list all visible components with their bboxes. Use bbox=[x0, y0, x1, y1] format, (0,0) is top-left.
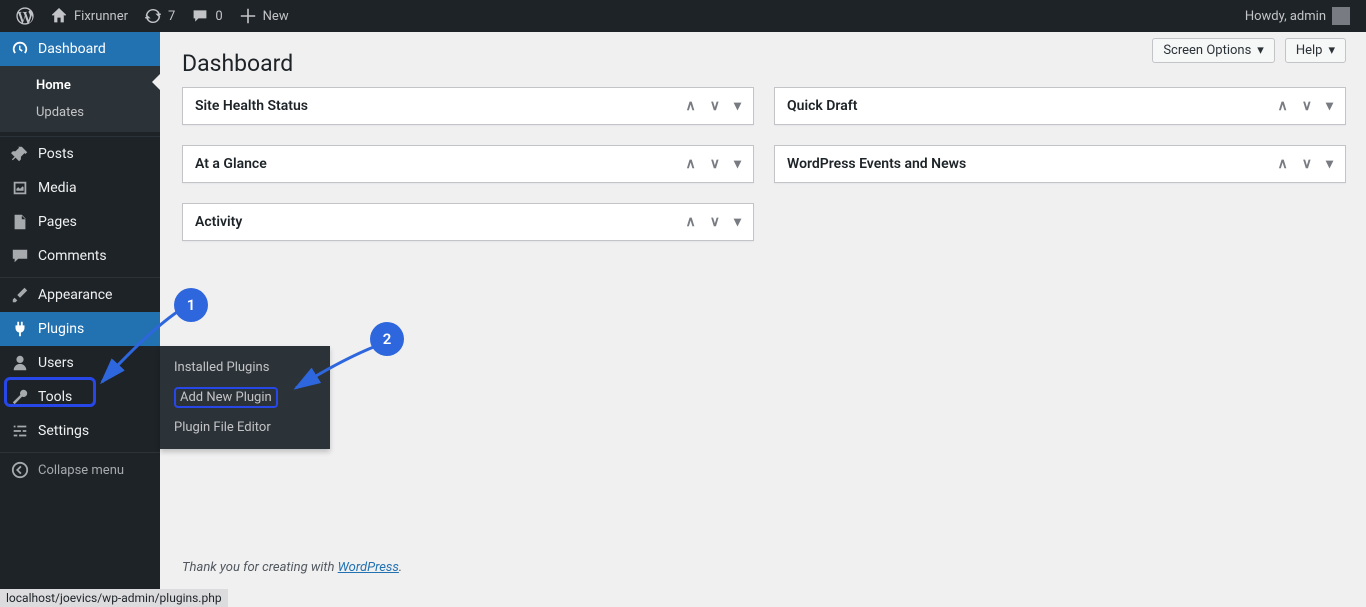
wrench-icon bbox=[10, 388, 30, 406]
widget-quick-draft: Quick Draft ∧ ∨ ▾ bbox=[774, 87, 1346, 125]
update-icon bbox=[144, 7, 162, 25]
move-up-icon[interactable]: ∧ bbox=[1277, 98, 1287, 114]
move-down-icon[interactable]: ∨ bbox=[710, 214, 720, 230]
toggle-widget-icon[interactable]: ▾ bbox=[1326, 98, 1333, 114]
new-content-menu[interactable]: New bbox=[231, 0, 297, 32]
footer-thankyou: Thank you for creating with WordPress. bbox=[182, 560, 402, 575]
media-icon bbox=[10, 179, 30, 197]
new-label: New bbox=[263, 9, 289, 24]
chevron-down-icon: ▾ bbox=[1257, 43, 1264, 58]
sidebar-item-comments[interactable]: Comments bbox=[0, 239, 160, 273]
browser-status-url: localhost/joevics/wp-admin/plugins.php bbox=[0, 589, 228, 607]
collapse-icon bbox=[10, 461, 30, 479]
sliders-icon bbox=[10, 422, 30, 440]
plugin-icon bbox=[10, 320, 30, 338]
move-up-icon[interactable]: ∧ bbox=[685, 214, 695, 230]
widget-at-a-glance: At a Glance ∧ ∨ ▾ bbox=[182, 145, 754, 183]
widget-title: Site Health Status bbox=[195, 98, 308, 114]
widget-title: WordPress Events and News bbox=[787, 156, 966, 172]
posts-label: Posts bbox=[38, 146, 74, 162]
current-menu-arrow bbox=[152, 74, 160, 90]
page-icon bbox=[10, 213, 30, 231]
sub-item-updates[interactable]: Updates bbox=[0, 99, 160, 126]
wp-logo-menu[interactable] bbox=[8, 0, 42, 32]
user-icon bbox=[10, 354, 30, 372]
widget-title: At a Glance bbox=[195, 156, 267, 172]
settings-label: Settings bbox=[38, 423, 89, 439]
help-button[interactable]: Help ▾ bbox=[1285, 38, 1346, 63]
move-down-icon[interactable]: ∨ bbox=[1302, 98, 1312, 114]
annotation-arrow-2 bbox=[286, 340, 386, 400]
move-up-icon[interactable]: ∧ bbox=[685, 156, 695, 172]
wordpress-icon bbox=[16, 7, 34, 25]
plus-icon bbox=[239, 7, 257, 25]
sidebar-item-pages[interactable]: Pages bbox=[0, 205, 160, 239]
footer-wordpress-link[interactable]: WordPress bbox=[338, 560, 399, 575]
account-menu[interactable]: Howdy, admin bbox=[1237, 0, 1358, 32]
annotation-badge-2: 2 bbox=[372, 324, 402, 354]
screen-options-button[interactable]: Screen Options ▾ bbox=[1152, 38, 1275, 63]
sidebar-item-settings[interactable]: Settings bbox=[0, 414, 160, 448]
annotation-arrow-1 bbox=[90, 300, 190, 400]
flyout-plugin-file-editor[interactable]: Plugin File Editor bbox=[160, 414, 330, 441]
move-down-icon[interactable]: ∨ bbox=[710, 98, 720, 114]
comments-label: Comments bbox=[38, 248, 107, 264]
greeting-label: Howdy, admin bbox=[1245, 9, 1326, 24]
sidebar-item-posts[interactable]: Posts bbox=[0, 137, 160, 171]
pages-label: Pages bbox=[38, 214, 77, 230]
media-label: Media bbox=[38, 180, 77, 196]
toggle-widget-icon[interactable]: ▾ bbox=[734, 156, 741, 172]
toggle-widget-icon[interactable]: ▾ bbox=[734, 98, 741, 114]
avatar-icon bbox=[1332, 7, 1350, 25]
chevron-down-icon: ▾ bbox=[1328, 43, 1335, 58]
widget-title: Quick Draft bbox=[787, 98, 857, 114]
collapse-label: Collapse menu bbox=[38, 463, 124, 478]
sub-item-home[interactable]: Home bbox=[0, 72, 160, 99]
main-content: Screen Options ▾ Help ▾ Dashboard Site H… bbox=[160, 32, 1366, 607]
site-name-menu[interactable]: Fixrunner bbox=[42, 0, 136, 32]
comments-icon bbox=[10, 247, 30, 265]
move-down-icon[interactable]: ∨ bbox=[710, 156, 720, 172]
users-label: Users bbox=[38, 355, 74, 371]
widget-events-news: WordPress Events and News ∧ ∨ ▾ bbox=[774, 145, 1346, 183]
comment-icon bbox=[191, 7, 209, 25]
comments-count: 0 bbox=[215, 9, 222, 24]
widget-site-health: Site Health Status ∧ ∨ ▾ bbox=[182, 87, 754, 125]
widget-activity: Activity ∧ ∨ ▾ bbox=[182, 203, 754, 241]
pin-icon bbox=[10, 145, 30, 163]
content-header-buttons: Screen Options ▾ Help ▾ bbox=[1152, 38, 1346, 63]
collapse-menu-button[interactable]: Collapse menu bbox=[0, 453, 160, 487]
admin-toolbar: Fixrunner 7 0 New Howdy, admin bbox=[0, 0, 1366, 32]
sidebar-item-dashboard[interactable]: Dashboard bbox=[0, 32, 160, 66]
site-name-label: Fixrunner bbox=[74, 9, 128, 24]
move-down-icon[interactable]: ∨ bbox=[1302, 156, 1312, 172]
widget-title: Activity bbox=[195, 214, 242, 230]
updates-menu[interactable]: 7 bbox=[136, 0, 183, 32]
dashboard-icon bbox=[10, 40, 30, 58]
toggle-widget-icon[interactable]: ▾ bbox=[734, 214, 741, 230]
comments-menu[interactable]: 0 bbox=[183, 0, 230, 32]
widget-column-right: Quick Draft ∧ ∨ ▾ WordPress Events and N… bbox=[774, 87, 1346, 241]
move-up-icon[interactable]: ∧ bbox=[1277, 156, 1287, 172]
plugins-label: Plugins bbox=[38, 321, 84, 337]
dashboard-submenu: Home Updates bbox=[0, 66, 160, 132]
tools-label: Tools bbox=[38, 389, 72, 405]
brush-icon bbox=[10, 286, 30, 304]
dashboard-label: Dashboard bbox=[38, 41, 106, 57]
move-up-icon[interactable]: ∧ bbox=[685, 98, 695, 114]
widget-column-left: Site Health Status ∧ ∨ ▾ At a Glance ∧ ∨… bbox=[182, 87, 754, 241]
sidebar-item-media[interactable]: Media bbox=[0, 171, 160, 205]
home-icon bbox=[50, 7, 68, 25]
toggle-widget-icon[interactable]: ▾ bbox=[1326, 156, 1333, 172]
updates-count: 7 bbox=[168, 9, 175, 24]
dashboard-widgets: Site Health Status ∧ ∨ ▾ At a Glance ∧ ∨… bbox=[182, 87, 1346, 241]
annotation-badge-1: 1 bbox=[176, 290, 206, 320]
